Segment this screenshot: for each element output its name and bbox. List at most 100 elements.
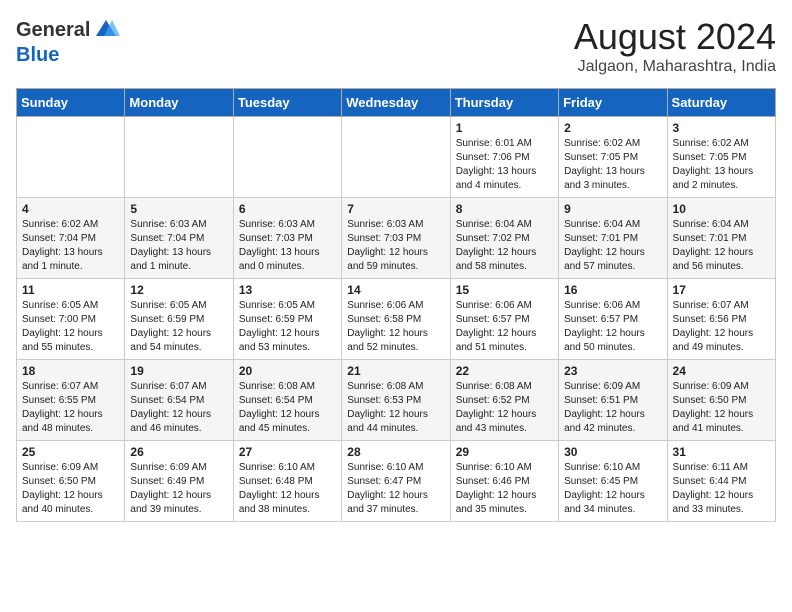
day-number: 8	[456, 202, 553, 216]
day-number: 6	[239, 202, 336, 216]
day-number: 2	[564, 121, 661, 135]
day-number: 9	[564, 202, 661, 216]
calendar-cell: 18 Sunrise: 6:07 AMSunset: 6:55 PMDayligh…	[17, 360, 125, 441]
day-number: 10	[673, 202, 770, 216]
calendar-cell: 5 Sunrise: 6:03 AMSunset: 7:04 PMDaylight…	[125, 198, 233, 279]
day-info: Sunrise: 6:08 AMSunset: 6:53 PMDaylight:…	[347, 380, 444, 436]
day-number: 28	[347, 445, 444, 459]
day-info: Sunrise: 6:08 AMSunset: 6:54 PMDaylight:…	[239, 380, 336, 436]
day-number: 3	[673, 121, 770, 135]
day-info: Sunrise: 6:01 AMSunset: 7:06 PMDaylight:…	[456, 137, 553, 193]
calendar-cell	[233, 117, 341, 198]
day-number: 1	[456, 121, 553, 135]
calendar-cell: 28 Sunrise: 6:10 AMSunset: 6:47 PMDayligh…	[342, 441, 450, 522]
calendar-week-row: 11 Sunrise: 6:05 AMSunset: 7:00 PMDayligh…	[17, 279, 776, 360]
day-number: 11	[22, 283, 119, 297]
day-info: Sunrise: 6:06 AMSunset: 6:57 PMDaylight:…	[456, 299, 553, 355]
day-info: Sunrise: 6:10 AMSunset: 6:47 PMDaylight:…	[347, 461, 444, 517]
weekday-header-row: SundayMondayTuesdayWednesdayThursdayFrid…	[17, 89, 776, 117]
day-number: 21	[347, 364, 444, 378]
day-info: Sunrise: 6:02 AMSunset: 7:04 PMDaylight:…	[22, 218, 119, 274]
day-number: 14	[347, 283, 444, 297]
calendar-cell: 20 Sunrise: 6:08 AMSunset: 6:54 PMDayligh…	[233, 360, 341, 441]
calendar-cell: 3 Sunrise: 6:02 AMSunset: 7:05 PMDaylight…	[667, 117, 775, 198]
page-header: General Blue August 2024 Jalgaon, Mahara…	[16, 16, 776, 76]
calendar-cell: 12 Sunrise: 6:05 AMSunset: 6:59 PMDayligh…	[125, 279, 233, 360]
calendar-cell: 21 Sunrise: 6:08 AMSunset: 6:53 PMDayligh…	[342, 360, 450, 441]
logo-general-text: General	[16, 19, 90, 42]
day-info: Sunrise: 6:10 AMSunset: 6:45 PMDaylight:…	[564, 461, 661, 517]
calendar-cell: 6Sunrise: 6:03 AMSunset: 7:03 PMDaylight…	[233, 198, 341, 279]
weekday-header-thursday: Thursday	[450, 89, 558, 117]
day-number: 7	[347, 202, 444, 216]
calendar-cell	[342, 117, 450, 198]
month-year-title: August 2024	[574, 16, 776, 58]
day-info: Sunrise: 6:09 AMSunset: 6:49 PMDaylight:…	[130, 461, 227, 517]
calendar-cell: 15 Sunrise: 6:06 AMSunset: 6:57 PMDayligh…	[450, 279, 558, 360]
day-number: 31	[673, 445, 770, 459]
day-info: Sunrise: 6:04 AMSunset: 7:01 PMDaylight:…	[673, 218, 770, 274]
logo-icon	[92, 16, 120, 44]
day-number: 17	[673, 283, 770, 297]
day-info: Sunrise: 6:06 AMSunset: 6:58 PMDaylight:…	[347, 299, 444, 355]
day-number: 30	[564, 445, 661, 459]
calendar-cell: 1 Sunrise: 6:01 AMSunset: 7:06 PMDaylight…	[450, 117, 558, 198]
day-info: Sunrise: 6:02 AMSunset: 7:05 PMDaylight:…	[673, 137, 770, 193]
calendar-cell: 11 Sunrise: 6:05 AMSunset: 7:00 PMDayligh…	[17, 279, 125, 360]
calendar-cell: 19 Sunrise: 6:07 AMSunset: 6:54 PMDayligh…	[125, 360, 233, 441]
day-info: Sunrise: 6:10 AMSunset: 6:46 PMDaylight:…	[456, 461, 553, 517]
calendar-cell: 27 Sunrise: 6:10 AMSunset: 6:48 PMDayligh…	[233, 441, 341, 522]
calendar-cell: 29Sunrise: 6:10 AMSunset: 6:46 PMDayligh…	[450, 441, 558, 522]
title-block: August 2024 Jalgaon, Maharashtra, India	[574, 16, 776, 76]
weekday-header-friday: Friday	[559, 89, 667, 117]
day-info: Sunrise: 6:09 AMSunset: 6:51 PMDaylight:…	[564, 380, 661, 436]
day-info: Sunrise: 6:10 AMSunset: 6:48 PMDaylight:…	[239, 461, 336, 517]
calendar-cell: 16 Sunrise: 6:06 AMSunset: 6:57 PMDayligh…	[559, 279, 667, 360]
calendar-cell: 26 Sunrise: 6:09 AMSunset: 6:49 PMDayligh…	[125, 441, 233, 522]
day-info: Sunrise: 6:03 AMSunset: 7:04 PMDaylight:…	[130, 218, 227, 274]
calendar-week-row: 4 Sunrise: 6:02 AMSunset: 7:04 PMDaylight…	[17, 198, 776, 279]
day-info: Sunrise: 6:05 AMSunset: 6:59 PMDaylight:…	[239, 299, 336, 355]
day-info: Sunrise: 6:05 AMSunset: 7:00 PMDaylight:…	[22, 299, 119, 355]
calendar-cell	[125, 117, 233, 198]
day-number: 27	[239, 445, 336, 459]
calendar-cell: 13Sunrise: 6:05 AMSunset: 6:59 PMDayligh…	[233, 279, 341, 360]
day-number: 12	[130, 283, 227, 297]
calendar-week-row: 25Sunrise: 6:09 AMSunset: 6:50 PMDayligh…	[17, 441, 776, 522]
weekday-header-tuesday: Tuesday	[233, 89, 341, 117]
day-number: 23	[564, 364, 661, 378]
calendar-cell: 14 Sunrise: 6:06 AMSunset: 6:58 PMDayligh…	[342, 279, 450, 360]
location-subtitle: Jalgaon, Maharashtra, India	[574, 58, 776, 76]
day-info: Sunrise: 6:04 AMSunset: 7:01 PMDaylight:…	[564, 218, 661, 274]
day-info: Sunrise: 6:07 AMSunset: 6:55 PMDaylight:…	[22, 380, 119, 436]
day-number: 5	[130, 202, 227, 216]
calendar-cell: 7 Sunrise: 6:03 AMSunset: 7:03 PMDaylight…	[342, 198, 450, 279]
day-number: 20	[239, 364, 336, 378]
calendar-table: SundayMondayTuesdayWednesdayThursdayFrid…	[16, 88, 776, 522]
calendar-cell	[17, 117, 125, 198]
day-number: 4	[22, 202, 119, 216]
calendar-cell: 24Sunrise: 6:09 AMSunset: 6:50 PMDayligh…	[667, 360, 775, 441]
day-info: Sunrise: 6:07 AMSunset: 6:56 PMDaylight:…	[673, 299, 770, 355]
calendar-cell: 8Sunrise: 6:04 AMSunset: 7:02 PMDaylight…	[450, 198, 558, 279]
calendar-cell: 23 Sunrise: 6:09 AMSunset: 6:51 PMDayligh…	[559, 360, 667, 441]
day-info: Sunrise: 6:02 AMSunset: 7:05 PMDaylight:…	[564, 137, 661, 193]
day-number: 19	[130, 364, 227, 378]
calendar-cell: 25Sunrise: 6:09 AMSunset: 6:50 PMDayligh…	[17, 441, 125, 522]
day-info: Sunrise: 6:05 AMSunset: 6:59 PMDaylight:…	[130, 299, 227, 355]
day-info: Sunrise: 6:03 AMSunset: 7:03 PMDaylight:…	[347, 218, 444, 274]
calendar-cell: 9 Sunrise: 6:04 AMSunset: 7:01 PMDaylight…	[559, 198, 667, 279]
day-number: 26	[130, 445, 227, 459]
day-info: Sunrise: 6:07 AMSunset: 6:54 PMDaylight:…	[130, 380, 227, 436]
day-number: 16	[564, 283, 661, 297]
calendar-week-row: 1 Sunrise: 6:01 AMSunset: 7:06 PMDaylight…	[17, 117, 776, 198]
day-info: Sunrise: 6:06 AMSunset: 6:57 PMDaylight:…	[564, 299, 661, 355]
day-number: 18	[22, 364, 119, 378]
weekday-header-monday: Monday	[125, 89, 233, 117]
weekday-header-saturday: Saturday	[667, 89, 775, 117]
weekday-header-wednesday: Wednesday	[342, 89, 450, 117]
calendar-cell: 2 Sunrise: 6:02 AMSunset: 7:05 PMDaylight…	[559, 117, 667, 198]
calendar-cell: 4 Sunrise: 6:02 AMSunset: 7:04 PMDaylight…	[17, 198, 125, 279]
day-number: 15	[456, 283, 553, 297]
calendar-cell: 30 Sunrise: 6:10 AMSunset: 6:45 PMDayligh…	[559, 441, 667, 522]
